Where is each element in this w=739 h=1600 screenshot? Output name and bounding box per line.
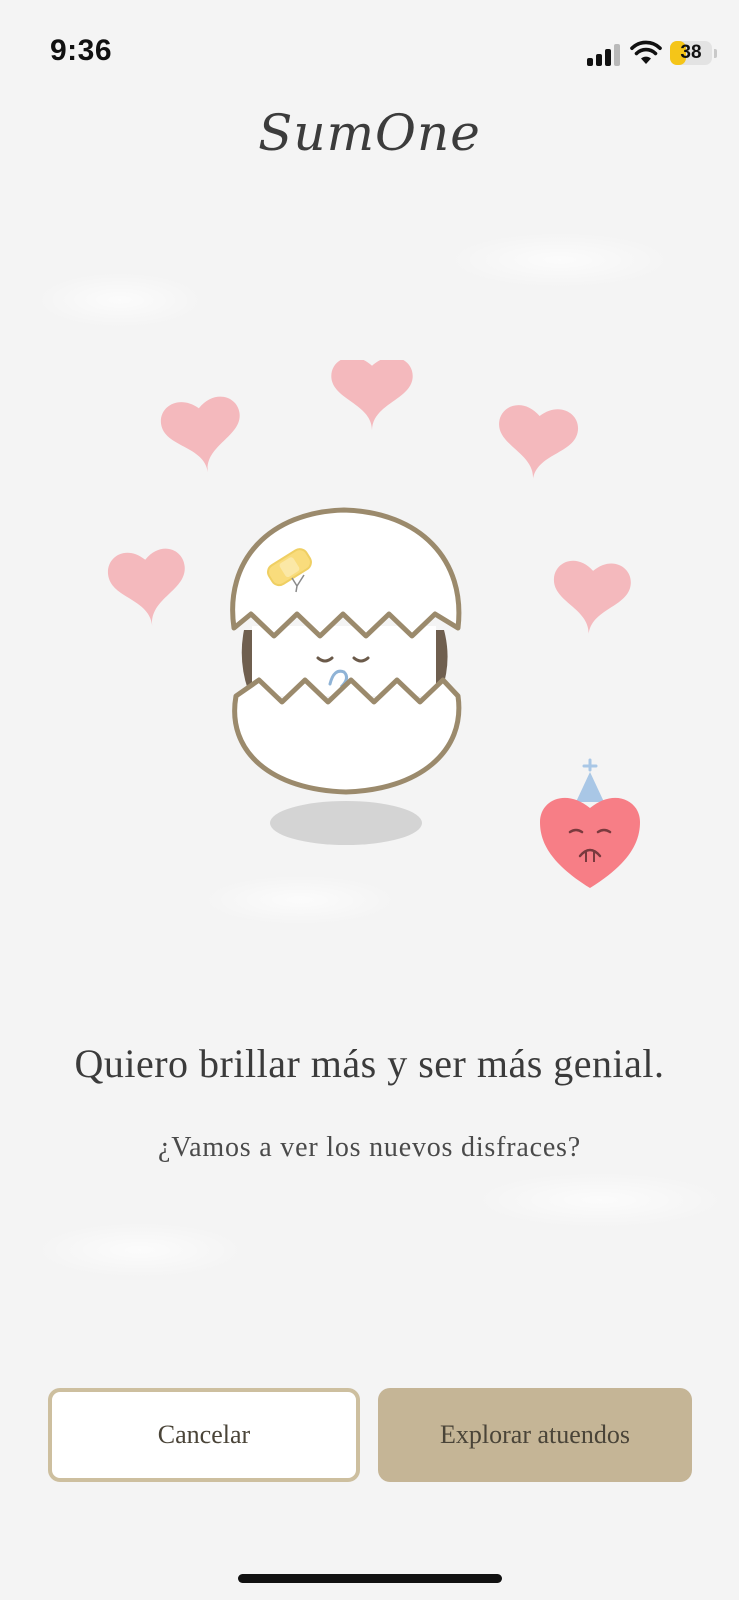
home-indicator[interactable] <box>238 1574 502 1583</box>
explore-outfits-button[interactable]: Explorar atuendos <box>378 1388 692 1482</box>
status-bar: 9:36 38 <box>0 0 739 108</box>
signal-icon <box>587 44 621 66</box>
egg-shadow <box>270 801 422 845</box>
battery-icon: 38 <box>670 41 712 65</box>
app-logo: SumOne <box>258 104 481 162</box>
wifi-icon <box>630 40 662 64</box>
cancel-button[interactable]: Cancelar <box>48 1388 360 1482</box>
dialog-headline: Quiero brillar más y ser más genial. <box>74 1041 665 1086</box>
heart-icon <box>331 360 413 431</box>
dialog-subline: ¿Vamos a ver los nuevos disfraces? <box>158 1132 581 1163</box>
screen: 9:36 38 SumOne Quiero brillar más y ser … <box>0 0 739 1600</box>
hatching-egg-character <box>230 507 462 795</box>
cancel-button-label: Cancelar <box>157 1420 251 1449</box>
party-hat-heart-character <box>540 758 640 888</box>
battery-tip <box>714 49 717 58</box>
hatching-egg-illustration <box>106 360 640 888</box>
heart-icon <box>158 394 248 478</box>
explore-outfits-button-label: Explorar atuendos <box>440 1420 630 1449</box>
heart-icon <box>493 403 580 485</box>
status-time: 9:36 <box>50 34 113 67</box>
heart-icon <box>106 546 191 630</box>
battery-level: 38 <box>680 42 702 63</box>
heart-icon <box>550 559 633 639</box>
